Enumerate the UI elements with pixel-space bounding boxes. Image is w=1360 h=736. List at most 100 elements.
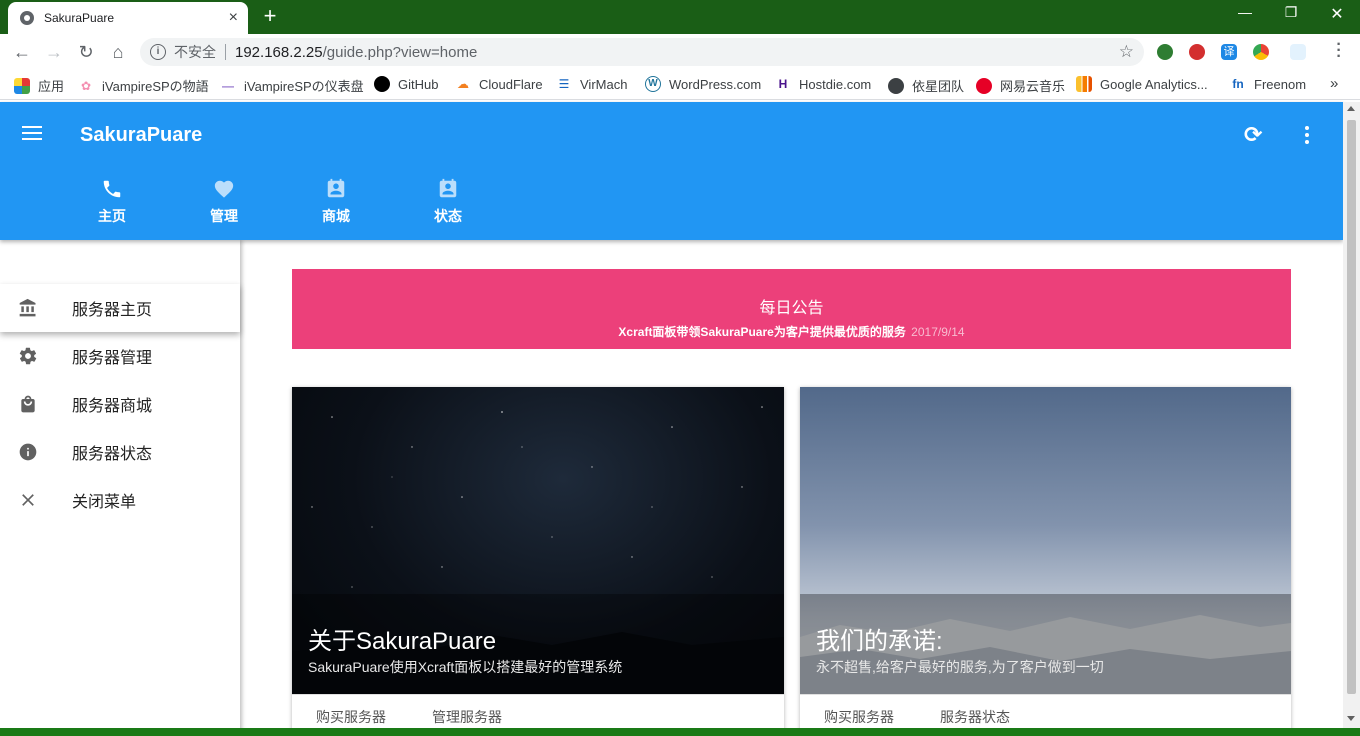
window-close-button[interactable]: ✕: [1314, 4, 1360, 24]
notice-title: 每日公告: [759, 300, 824, 317]
bookmark-google-analytics[interactable]: Google Analytics...: [1076, 76, 1208, 92]
close-icon: [22, 494, 34, 506]
os-taskbar: [0, 728, 1360, 736]
sidebar-item-server-manage[interactable]: 服务器管理: [0, 332, 240, 380]
sidebar-item-label: 服务器主页: [72, 302, 153, 319]
cloud-icon: ☁: [457, 77, 469, 91]
bookmark-label: iVampireSPの物語: [102, 79, 209, 94]
scroll-up-icon[interactable]: [1347, 106, 1355, 111]
bookmark-freenom[interactable]: fn Freenom: [1230, 76, 1306, 92]
freenom-icon: fn: [1232, 77, 1244, 91]
heart-icon: [214, 180, 234, 198]
bookmark-wordpress[interactable]: W WordPress.com: [645, 76, 761, 92]
extension-earth-icon[interactable]: [1157, 44, 1173, 60]
tab-label: 管理: [210, 208, 238, 224]
bookmark-label: Hostdie.com: [799, 76, 872, 92]
globe-icon: [888, 77, 904, 94]
bookmark-hostdie[interactable]: H Hostdie.com: [775, 76, 872, 92]
analytics-icon: [1076, 76, 1092, 92]
sakura-icon: ✿: [80, 78, 92, 93]
maximize-button[interactable]: ❐: [1268, 4, 1314, 21]
bookmark-apps[interactable]: 应用: [14, 76, 64, 95]
manage-server-link[interactable]: 管理服务器: [432, 707, 502, 727]
bookmark-star-icon[interactable]: ☆: [1119, 42, 1134, 62]
bookmark-label: 依星团队: [912, 79, 965, 94]
info-icon: [19, 443, 37, 461]
extension-misc-icon[interactable]: [1290, 44, 1306, 60]
daily-notice-banner: 每日公告 Xcraft面板带领SakuraPuare为客户提供最优质的服务 20…: [292, 269, 1291, 349]
bookmark-yixing-team[interactable]: 依星团队: [888, 76, 964, 95]
bookmark-ivampiresp-dashboard[interactable]: — iVampireSPの仪表盘: [220, 76, 364, 95]
notice-text: Xcraft面板带领SakuraPuare为客户提供最优质的服务: [618, 325, 906, 339]
bookmarks-overflow-icon[interactable]: »: [1330, 75, 1338, 92]
bookmark-label: 网易云音乐: [1000, 79, 1066, 94]
tab-status[interactable]: 状态: [392, 178, 504, 226]
contact-card-icon: [327, 178, 345, 198]
notice-date: 2017/9/14: [911, 325, 965, 339]
buy-server-link[interactable]: 购买服务器: [824, 707, 894, 727]
sidebar-item-server-home[interactable]: 服务器主页: [0, 284, 240, 332]
app-title: SakuraPuare: [80, 124, 203, 146]
card-subtitle: 永不超售,给客户最好的服务,为了客户做到一切: [816, 659, 1104, 675]
menu-icon[interactable]: [22, 126, 42, 140]
apps-grid-icon: [14, 77, 30, 94]
sidebar-item-label: 服务器管理: [72, 350, 153, 367]
buy-server-link[interactable]: 购买服务器: [316, 707, 386, 727]
bookmark-virmach[interactable]: ☰ VirMach: [556, 76, 628, 92]
browser-toolbar: ← → ↻ ⌂ i 不安全 192.168.2.25 /guide.php?vi…: [0, 34, 1360, 70]
home-button[interactable]: ⌂: [106, 40, 130, 64]
forward-button[interactable]: →: [42, 40, 66, 64]
server-status-link[interactable]: 服务器状态: [940, 707, 1010, 727]
bookmark-netease-music[interactable]: 网易云音乐: [976, 76, 1065, 95]
scrollbar-thumb[interactable]: [1347, 120, 1356, 694]
more-options-icon[interactable]: [1305, 126, 1309, 147]
address-bar[interactable]: i 不安全 192.168.2.25 /guide.php?view=home …: [140, 38, 1144, 66]
notice-body: Xcraft面板带领SakuraPuare为客户提供最优质的服务 2017/9/…: [292, 323, 1291, 340]
contact-card-icon: [439, 178, 457, 198]
bookmark-label: CloudFlare: [479, 76, 543, 92]
about-card: 关于SakuraPuare SakuraPuare使用Xcraft面板以搭建最好…: [292, 387, 784, 736]
tab-manage[interactable]: 管理: [168, 178, 280, 226]
bookmark-ivampiresp-story[interactable]: ✿ iVampireSPの物語: [78, 76, 209, 95]
browser-menu-icon[interactable]: · · ·: [1334, 37, 1344, 65]
sidebar-item-label: 关闭菜单: [72, 494, 137, 511]
extension-chrome-icon[interactable]: [1253, 44, 1269, 60]
phone-icon: [103, 180, 121, 198]
scroll-down-icon[interactable]: [1347, 716, 1355, 721]
security-status: 不安全: [174, 44, 216, 60]
bookmark-github[interactable]: GitHub: [374, 76, 438, 92]
bookmark-cloudflare[interactable]: ☁ CloudFlare: [455, 76, 543, 92]
promise-card: 我们的承诺: 永不超售,给客户最好的服务,为了客户做到一切 购买服务器 服务器状…: [800, 387, 1291, 736]
app-header: SakuraPuare ⟳ 主页 管理 商城 状态: [0, 102, 1343, 240]
card-subtitle: SakuraPuare使用Xcraft面板以搭建最好的管理系统: [308, 659, 623, 675]
tab-close-icon[interactable]: ×: [229, 10, 238, 26]
tab-home[interactable]: 主页: [56, 178, 168, 226]
site-info-icon[interactable]: i: [150, 44, 166, 60]
bookmark-label: 应用: [38, 79, 65, 94]
dash-icon: —: [222, 78, 234, 93]
refresh-icon[interactable]: ⟳: [1244, 122, 1262, 148]
tab-label: 商城: [322, 208, 350, 224]
back-button[interactable]: ←: [10, 40, 34, 64]
tab-title: SakuraPuare: [44, 11, 115, 25]
tab-label: 主页: [98, 208, 126, 224]
tab-shop[interactable]: 商城: [280, 178, 392, 226]
bookmark-label: GitHub: [398, 76, 439, 92]
browser-tab[interactable]: SakuraPuare ×: [8, 2, 248, 34]
bank-icon: [19, 298, 36, 317]
new-tab-button[interactable]: +: [258, 5, 282, 27]
site-favicon-icon: [20, 11, 34, 25]
sidebar-item-close-menu[interactable]: 关闭菜单: [0, 476, 240, 524]
page-scrollbar[interactable]: [1343, 102, 1360, 728]
bookmarks-bar: 应用 ✿ iVampireSPの物語 — iVampireSPの仪表盘 GitH…: [0, 70, 1360, 100]
extension-translate-icon[interactable]: 译: [1221, 44, 1237, 60]
bookmark-label: iVampireSPの仪表盘: [244, 79, 364, 94]
sidebar-item-label: 服务器商城: [72, 398, 153, 415]
minimize-button[interactable]: —: [1222, 4, 1268, 20]
extension-sync-icon[interactable]: [1189, 44, 1205, 60]
sidebar-item-server-status[interactable]: 服务器状态: [0, 428, 240, 476]
sidebar-item-server-shop[interactable]: 服务器商城: [0, 380, 240, 428]
card-title: 关于SakuraPuare: [308, 628, 497, 655]
bookmark-label: WordPress.com: [669, 76, 762, 92]
reload-button[interactable]: ↻: [74, 40, 98, 64]
